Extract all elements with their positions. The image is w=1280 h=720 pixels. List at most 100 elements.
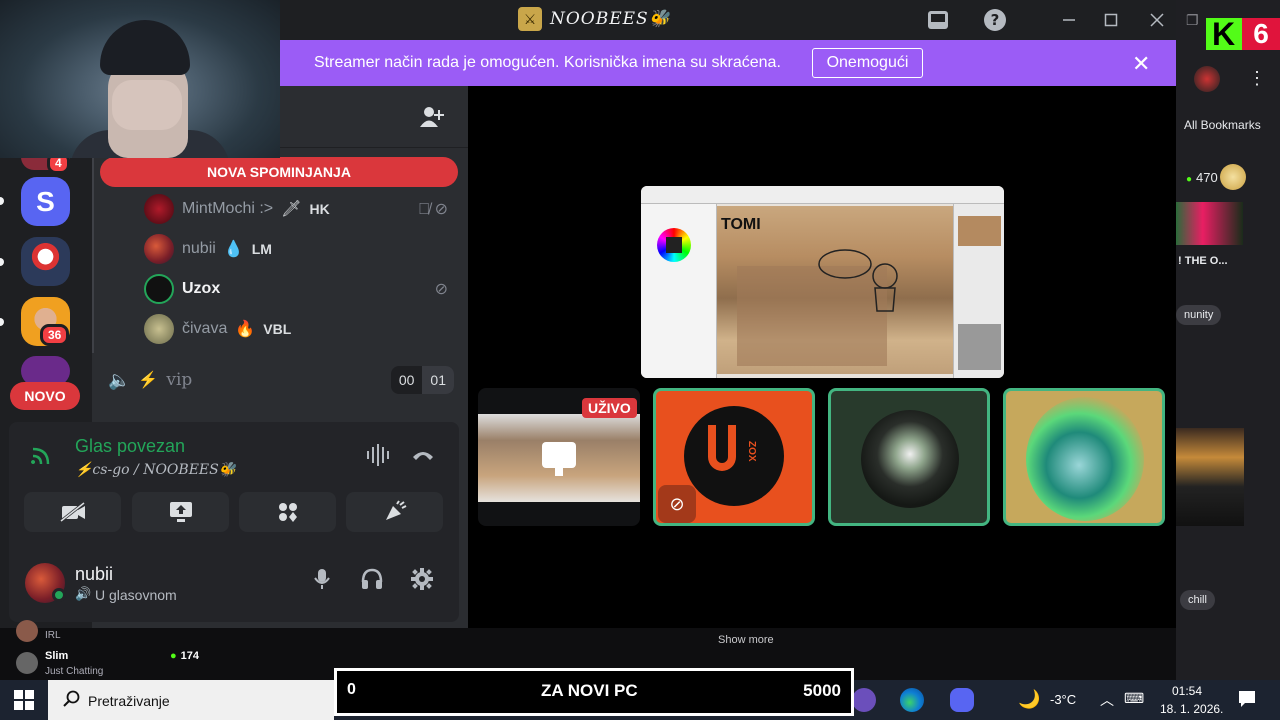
user-panel: nubii 🔊 U glasovnom: [9, 550, 459, 614]
voice-indicator-icon: 🔊: [75, 586, 92, 601]
stream-thumbnail[interactable]: [1176, 428, 1244, 526]
speaker-icon: 🔈: [108, 369, 131, 390]
role-icon: 🗡: [281, 201, 302, 218]
voice-user-row[interactable]: MintMochi :> 🗡 HK: [144, 192, 330, 226]
clock-time[interactable]: 01:54: [1172, 684, 1202, 698]
soundboard-button[interactable]: [346, 492, 443, 532]
camera-off-button[interactable]: [24, 492, 121, 532]
notifications-icon[interactable]: [1238, 690, 1256, 713]
screen-share-button[interactable]: [132, 492, 229, 532]
role-tag: VBL: [263, 321, 292, 337]
headphones-icon[interactable]: [361, 568, 383, 596]
online-status-dot: [52, 588, 66, 602]
stream-thumbnail[interactable]: [1176, 202, 1243, 245]
webcam-person: [112, 80, 182, 130]
windows-start-icon[interactable]: [14, 690, 34, 710]
voice-user-row[interactable]: Uzox: [144, 272, 220, 306]
temperature: -3°C: [1050, 692, 1077, 707]
window-title: ⚔ NOOBEES🐝: [518, 7, 671, 31]
minimize-icon[interactable]: [1056, 8, 1082, 32]
vip-voice-channel[interactable]: 🔈 ⚡ vip 00 01: [108, 366, 454, 394]
user-count: 00: [398, 372, 415, 388]
role-icon: 💧: [223, 241, 244, 258]
voice-stage: TOMI UŽIVO ZOX ⊘: [468, 86, 1176, 628]
user-limit-value: 01: [422, 366, 454, 394]
clock-date[interactable]: 18. 1. 2026.: [1160, 702, 1223, 716]
new-mentions-bar[interactable]: NOVA SPOMINJANJA: [100, 157, 458, 187]
screen-share-preview[interactable]: TOMI: [641, 186, 1004, 378]
restore-icon[interactable]: ❐: [1186, 12, 1199, 29]
weather-moon-icon: 🌙: [1018, 689, 1041, 709]
voice-connection-panel: Glas povezan ⚡cs-go / NOOBEES🐝 nubii 🔊 U…: [9, 422, 459, 622]
voice-status[interactable]: Glas povezan: [75, 436, 185, 457]
channel-viewers: 174: [170, 650, 199, 662]
voice-channel-name[interactable]: ⚡cs-go / NOOBEES🐝: [75, 462, 236, 478]
banner-close-icon[interactable]: ✕: [1132, 51, 1150, 77]
canvas-text: TOMI: [721, 216, 761, 233]
channel-avatar[interactable]: [16, 620, 38, 642]
viewer-count: 470: [1186, 170, 1218, 185]
taskbar-search[interactable]: Pretraživanje: [48, 680, 334, 720]
add-friend-icon[interactable]: [420, 106, 444, 134]
channel-category: IRL: [45, 630, 61, 641]
category-tag[interactable]: nunity: [1176, 305, 1222, 325]
paint-app-layers-panel: [953, 204, 1004, 378]
deafened-icon: ⊘: [658, 485, 696, 523]
channel-name[interactable]: Slim: [45, 650, 68, 662]
participant-tile[interactable]: [828, 388, 990, 526]
deafened-icon: ⊘: [434, 281, 448, 298]
participant-avatar: [1026, 397, 1144, 521]
activities-button[interactable]: [239, 492, 336, 532]
kick-logo-number: 6: [1242, 18, 1280, 50]
close-window-icon[interactable]: [1144, 8, 1170, 32]
donation-goal-overlay: 0 ZA NOVI PC 5000: [334, 668, 854, 716]
profile-avatar[interactable]: [1194, 66, 1220, 92]
search-placeholder: Pretraživanje: [88, 693, 170, 709]
user-avatar: [144, 314, 174, 344]
tray-chevron-icon[interactable]: ︿: [1100, 690, 1114, 710]
channel-avatar[interactable]: [16, 652, 38, 674]
inbox-icon[interactable]: [925, 8, 951, 32]
voice-user-row[interactable]: nubii 💧 LM: [144, 232, 272, 266]
lightning-icon: ⚡: [138, 372, 159, 389]
kebab-menu-icon[interactable]: ⋮: [1248, 68, 1266, 89]
user-name: nubii: [182, 240, 216, 257]
live-stream-tile[interactable]: UŽIVO: [478, 388, 640, 526]
participant-tile[interactable]: [1003, 388, 1165, 526]
settings-gear-icon[interactable]: [411, 568, 433, 596]
category-tag[interactable]: chill: [1180, 590, 1215, 610]
server-s[interactable]: S: [21, 177, 70, 226]
discord-taskbar-icon[interactable]: [950, 688, 974, 712]
current-user-name[interactable]: nubii: [75, 564, 113, 585]
stream-title[interactable]: ! THE O...: [1178, 255, 1228, 267]
soundboard-wave-icon[interactable]: [365, 444, 391, 472]
edge-browser-icon[interactable]: [900, 688, 924, 712]
participant-avatar: [861, 410, 959, 508]
kick-logo-letter: K: [1212, 16, 1236, 52]
disconnect-icon[interactable]: [411, 444, 435, 467]
show-more-link[interactable]: Show more: [718, 634, 774, 646]
iptv-app-icon[interactable]: [852, 688, 876, 712]
participant-tile-uzox[interactable]: ZOX ⊘: [653, 388, 815, 526]
help-icon[interactable]: ?: [982, 8, 1008, 32]
user-name: čivava: [182, 320, 228, 337]
webcam-overlay: [0, 0, 280, 158]
user-limit: 00 01: [390, 366, 454, 394]
svg-text:?: ?: [991, 11, 1000, 29]
paint-app-toolbar: [641, 186, 1004, 204]
live-badge: UŽIVO: [582, 398, 637, 418]
streamer-avatar[interactable]: [1220, 164, 1246, 190]
voice-user-row[interactable]: čivava 🔥 VBL: [144, 312, 291, 346]
maximize-icon[interactable]: [1098, 8, 1124, 32]
window-title-text: NOOBEES🐝: [550, 9, 671, 29]
all-bookmarks-link[interactable]: All Bookmarks: [1184, 118, 1261, 132]
server-clown[interactable]: [21, 237, 70, 286]
microphone-icon[interactable]: [313, 568, 331, 596]
server-logo-icon: ⚔: [518, 7, 542, 31]
new-unread-pill[interactable]: NOVO: [10, 382, 80, 410]
goal-current: 0: [347, 681, 356, 698]
disable-streamer-mode-button[interactable]: Onemogući: [812, 48, 923, 78]
keyboard-icon[interactable]: ⌨: [1124, 690, 1144, 707]
monitor-icon: [542, 442, 576, 476]
role-tag: HK: [309, 201, 330, 217]
